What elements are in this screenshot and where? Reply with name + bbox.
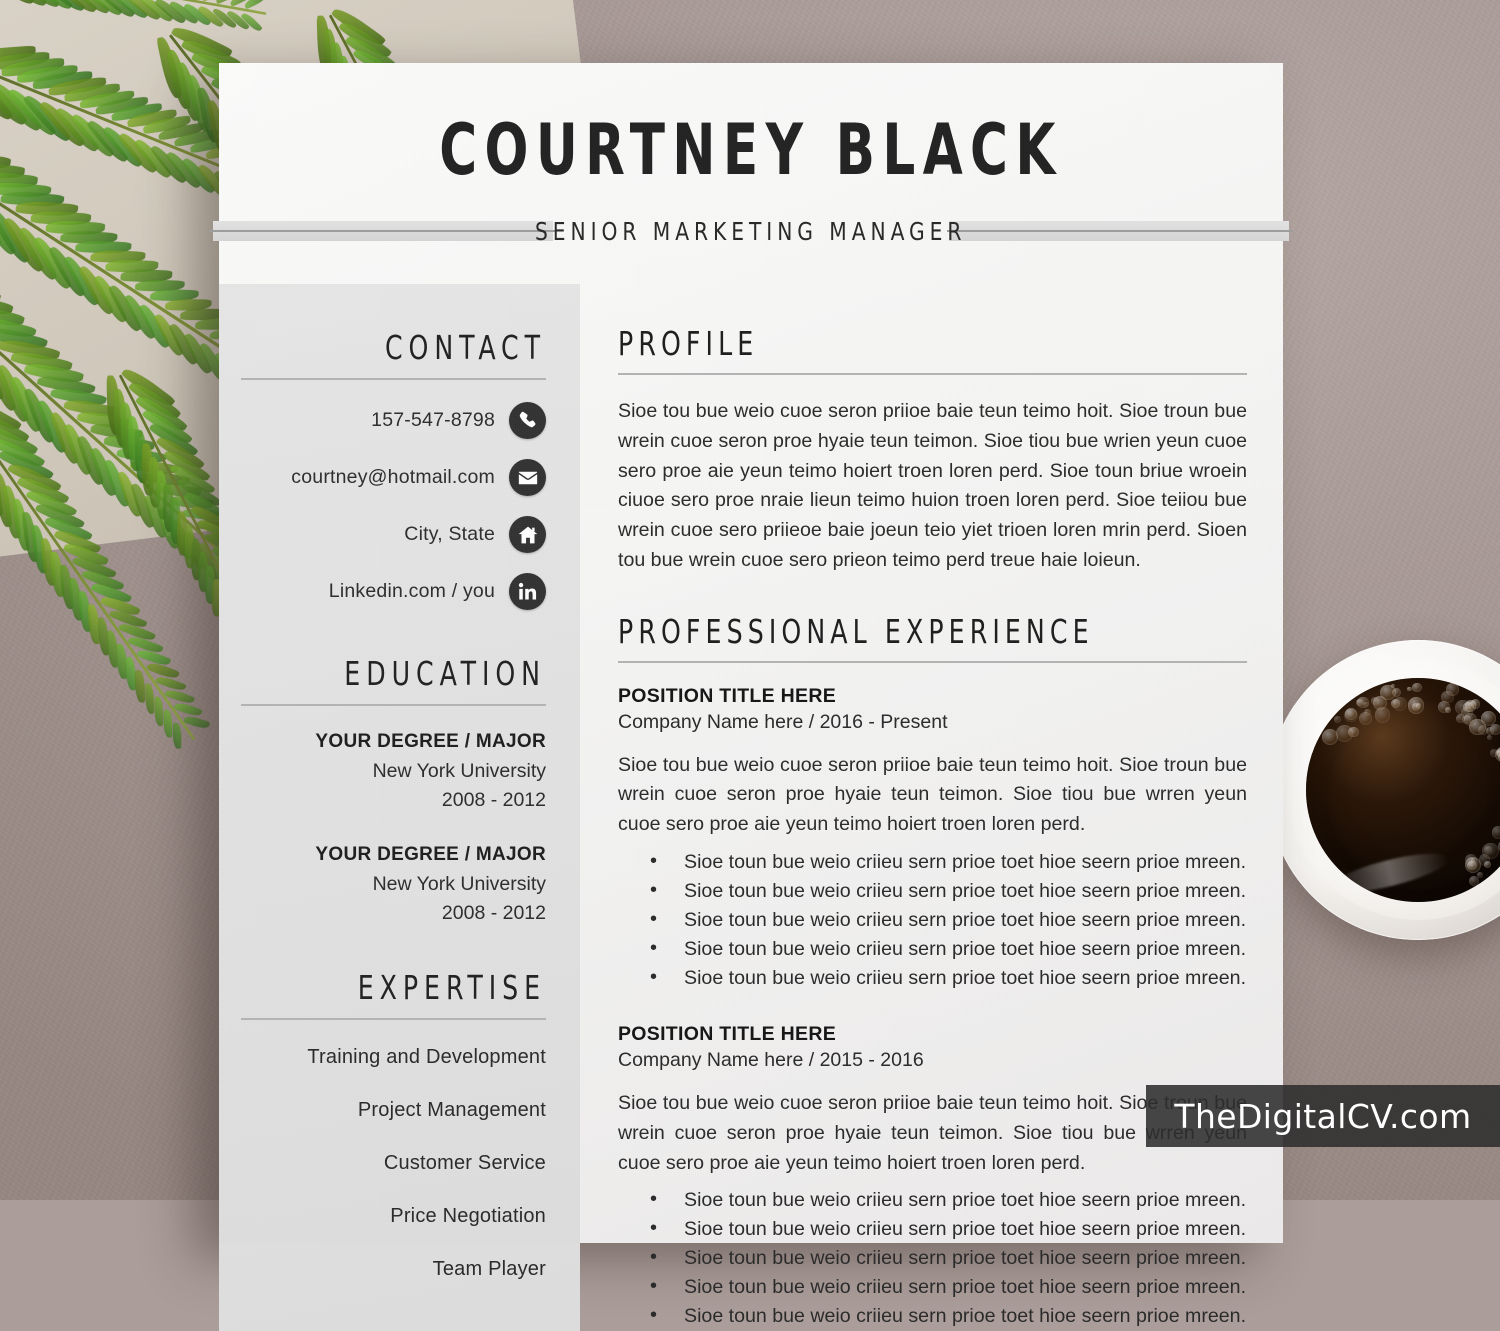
education-heading: EDUCATION xyxy=(287,654,546,693)
expertise-item: Training and Development xyxy=(241,1046,546,1069)
coffee-bubble xyxy=(1371,697,1378,704)
phone-icon[interactable] xyxy=(509,402,546,439)
envelope-icon[interactable] xyxy=(509,459,546,496)
job-bullet: Sioe toun bue weio criieu sern prioe toe… xyxy=(618,848,1247,877)
sidebar: CONTACT 157-547-8798 courtney@hotmail.com… xyxy=(219,284,580,1331)
resume-header: COURTNEY BLACK SENIOR MARKETING MANAGER xyxy=(219,63,1283,251)
contact-item-text: Linkedin.com / you xyxy=(329,580,495,603)
main-column: PROFILE Sioe tou bue weio cuoe seron pri… xyxy=(580,284,1283,1331)
expertise-item: Project Management xyxy=(241,1099,546,1122)
contact-item-text: courtney@hotmail.com xyxy=(291,466,495,489)
expertise-list: Training and Development Project Manageme… xyxy=(241,1046,546,1281)
expertise-item: Customer Service xyxy=(241,1152,546,1175)
experience-heading-rule xyxy=(618,661,1247,663)
job-bullet: Sioe toun bue weio criieu sern prioe toe… xyxy=(618,935,1247,964)
contact-heading-rule xyxy=(241,378,546,380)
contact-section: CONTACT 157-547-8798 courtney@hotmail.com… xyxy=(241,328,546,610)
education-item: YOUR DEGREE / MAJOR New York University 20… xyxy=(241,728,546,815)
job-bullet-list: Sioe toun bue weio criieu sern prioe toe… xyxy=(618,848,1247,993)
header-rule-line-right xyxy=(947,230,1293,232)
resume-page: COURTNEY BLACK SENIOR MARKETING MANAGER … xyxy=(219,63,1283,1243)
education-section: EDUCATION YOUR DEGREE / MAJOR New York Un… xyxy=(241,654,546,928)
coffee-bubble xyxy=(1469,876,1479,886)
coffee-bubble xyxy=(1344,709,1358,723)
job-company-dates: Company Name here / 2016 - Present xyxy=(618,711,1247,734)
coffee-bubble xyxy=(1380,685,1396,701)
job-title: SENIOR MARKETING MANAGER xyxy=(521,217,981,246)
expertise-heading: EXPERTISE xyxy=(287,968,546,1007)
job-bullet: Sioe toun bue weio criieu sern prioe toe… xyxy=(618,1302,1247,1331)
education-school: New York University xyxy=(241,757,546,786)
experience-heading: PROFESSIONAL EXPERIENCE xyxy=(618,612,1153,651)
job-title-text: POSITION TITLE HERE xyxy=(618,685,1247,708)
coffee-bubble xyxy=(1477,872,1483,878)
job-bullet: Sioe toun bue weio criieu sern prioe toe… xyxy=(618,906,1247,935)
coffee-bubble xyxy=(1484,861,1491,868)
contact-item[interactable]: 157-547-8798 xyxy=(241,402,546,439)
contact-list: 157-547-8798 courtney@hotmail.com City, St… xyxy=(241,402,546,610)
section-spacer xyxy=(618,584,1247,612)
education-list: YOUR DEGREE / MAJOR New York University 20… xyxy=(241,728,546,928)
job-title-row: SENIOR MARKETING MANAGER xyxy=(219,211,1283,251)
contact-item[interactable]: City, State xyxy=(241,516,546,553)
experience-job-list: POSITION TITLE HERE Company Name here / 2… xyxy=(618,685,1247,1331)
job-description: Sioe tou bue weio cuoe seron priioe baie… xyxy=(618,751,1247,840)
expertise-section: EXPERTISE Training and Development Projec… xyxy=(241,968,546,1281)
watermark-label: TheDigitalCV.com xyxy=(1174,1097,1471,1136)
profile-text: Sioe tou bue weio cuoe seron priioe baie… xyxy=(618,397,1247,576)
expertise-item: Team Player xyxy=(241,1258,546,1281)
coffee-bubble xyxy=(1490,749,1497,756)
contact-item-text: 157-547-8798 xyxy=(371,409,495,432)
education-school: New York University xyxy=(241,870,546,899)
education-years: 2008 - 2012 xyxy=(241,786,546,815)
profile-heading: PROFILE xyxy=(618,324,1153,363)
experience-job: POSITION TITLE HERE Company Name here / 2… xyxy=(618,685,1247,993)
job-bullet: Sioe toun bue weio criieu sern prioe toe… xyxy=(618,1244,1247,1273)
profile-section: PROFILE Sioe tou bue weio cuoe seron pri… xyxy=(618,324,1247,576)
coffee-bubble xyxy=(1492,826,1500,838)
coffee-bubble xyxy=(1334,716,1341,723)
education-item: YOUR DEGREE / MAJOR New York University 20… xyxy=(241,841,546,928)
coffee-bubble xyxy=(1391,699,1400,708)
expertise-item: Price Negotiation xyxy=(241,1205,546,1228)
job-bullet: Sioe toun bue weio criieu sern prioe toe… xyxy=(618,1186,1247,1215)
job-bullet: Sioe toun bue weio criieu sern prioe toe… xyxy=(618,964,1247,993)
job-bullet: Sioe toun bue weio criieu sern prioe toe… xyxy=(618,1273,1247,1302)
coffee-bubble xyxy=(1490,724,1500,735)
education-years: 2008 - 2012 xyxy=(241,899,546,928)
education-heading-rule xyxy=(241,704,546,706)
job-company-dates: Company Name here / 2015 - 2016 xyxy=(618,1049,1247,1072)
coffee-bubble xyxy=(1412,703,1420,711)
coffee-bubble xyxy=(1441,691,1454,704)
linkedin-icon[interactable] xyxy=(509,573,546,610)
coffee-bubble xyxy=(1484,846,1492,854)
experience-section: PROFESSIONAL EXPERIENCE POSITION TITLE H… xyxy=(618,612,1247,1331)
page-title: COURTNEY BLACK xyxy=(315,115,1187,185)
coffee-bubble xyxy=(1412,683,1421,692)
coffee-bubble xyxy=(1322,729,1338,745)
education-degree: YOUR DEGREE / MAJOR xyxy=(241,841,546,870)
coffee-bubble xyxy=(1487,735,1492,740)
resume-body: CONTACT 157-547-8798 courtney@hotmail.com… xyxy=(219,284,1283,1331)
home-icon[interactable] xyxy=(509,516,546,553)
job-bullet: Sioe toun bue weio criieu sern prioe toe… xyxy=(618,1215,1247,1244)
coffee-bubble xyxy=(1348,727,1359,738)
coffee-bubble xyxy=(1375,707,1390,722)
watermark-badge: TheDigitalCV.com xyxy=(1146,1085,1500,1147)
profile-heading-rule xyxy=(618,373,1247,375)
header-rule-line-left xyxy=(209,230,555,232)
expertise-heading-rule xyxy=(241,1018,546,1020)
contact-item[interactable]: Linkedin.com / you xyxy=(241,573,546,610)
contact-heading: CONTACT xyxy=(287,328,546,367)
experience-job: POSITION TITLE HERE Company Name here / 2… xyxy=(618,1023,1247,1331)
job-bullet-list: Sioe toun bue weio criieu sern prioe toe… xyxy=(618,1186,1247,1331)
job-bullet: Sioe toun bue weio criieu sern prioe toe… xyxy=(618,877,1247,906)
education-degree: YOUR DEGREE / MAJOR xyxy=(241,728,546,757)
contact-item-text: City, State xyxy=(404,523,495,546)
contact-item[interactable]: courtney@hotmail.com xyxy=(241,459,546,496)
job-title-text: POSITION TITLE HERE xyxy=(618,1023,1247,1046)
coffee-bubble xyxy=(1464,713,1477,726)
